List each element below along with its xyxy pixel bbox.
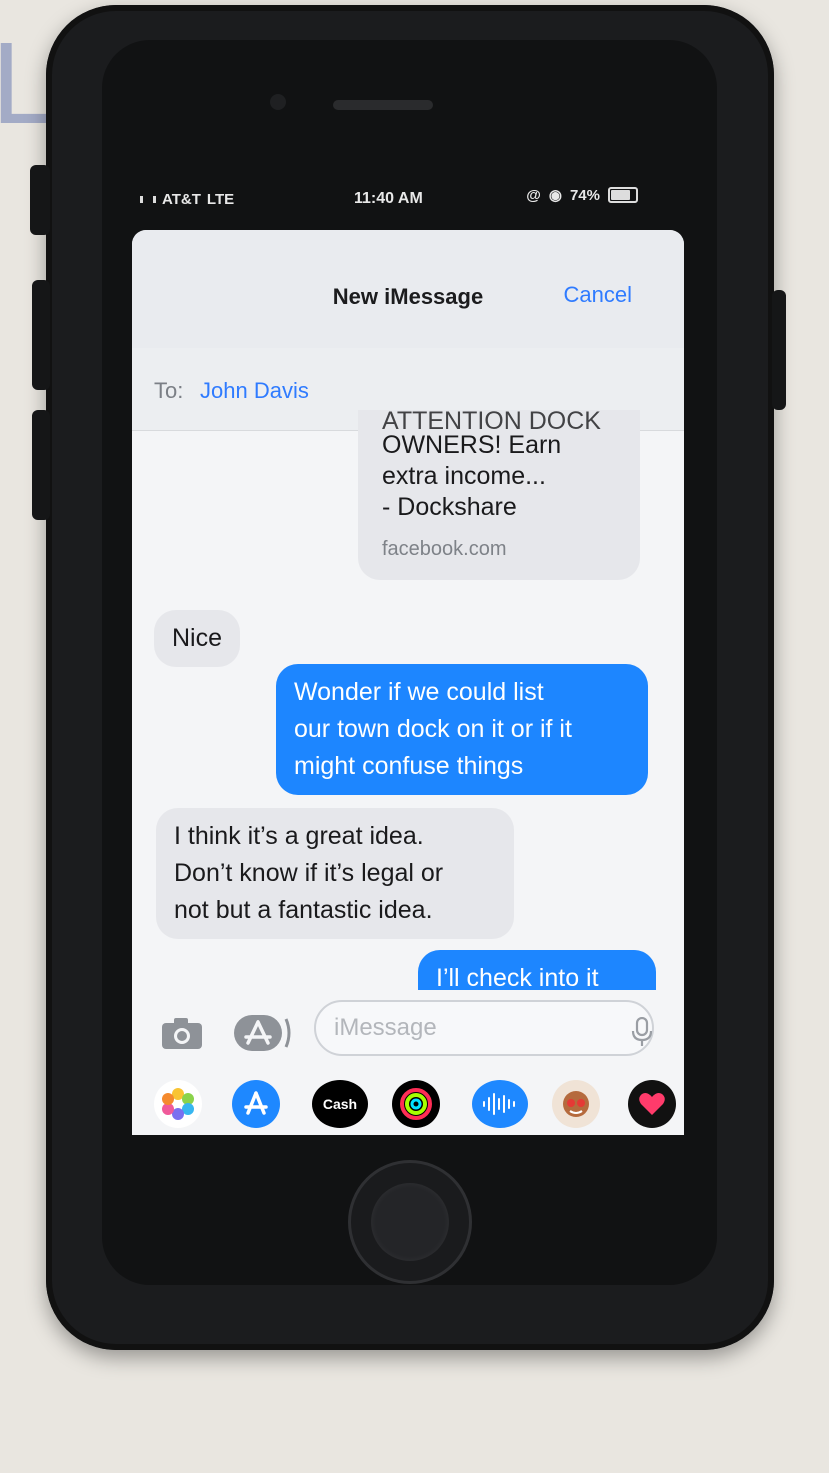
home-button[interactable] [348,1160,472,1284]
battery-icon [608,187,638,203]
digital-touch-app-button[interactable] [628,1080,676,1128]
app-drawer-button[interactable] [234,1015,291,1051]
background-letter: L [0,21,52,149]
apple-cash-app-button[interactable]: Cash [312,1080,368,1128]
photos-app-button[interactable] [154,1080,202,1128]
message-line: I think it’s a great idea. [174,822,424,850]
message-line: might confuse things [294,752,524,780]
heart-icon [639,1093,665,1115]
recipient-name[interactable]: John Davis [200,378,309,404]
camera-button[interactable] [160,1015,204,1051]
message-line: our town dock on it or if it [294,715,572,743]
photos-icon [162,1088,194,1120]
carrier-label: AT&T [162,191,201,208]
earpiece-speaker [333,100,433,110]
front-camera [270,94,286,110]
app-store-app-button[interactable] [232,1080,280,1128]
cancel-button[interactable]: Cancel [564,282,632,308]
link-preview-domain: facebook.com [382,538,507,560]
volume-up-button[interactable] [32,280,50,390]
app-store-icon [234,1015,291,1051]
message-bubble-incoming[interactable]: I think it’s a great idea. Don’t know if… [156,808,514,939]
audio-message-app-button[interactable] [472,1080,528,1128]
home-button-center [371,1183,449,1261]
memoji-app-button[interactable] [552,1080,600,1128]
imessage-app-strip: Cash [132,1080,684,1135]
to-label: To: [154,378,184,403]
app-store-icon [244,1091,268,1115]
network-label: LTE [206,191,235,208]
message-line: Don’t know if it’s legal or [174,859,444,887]
link-title-line: extra income... [382,462,546,490]
orientation-lock-icon: @ [526,186,541,204]
clock: 11:40 AM [354,190,423,207]
alarm-icon: ◉ [548,187,562,204]
status-bar: AT&T LTE 11:40 AM @ ◉ 74% [132,180,652,216]
message-thread[interactable]: ATTENTION DOCK OWNERS! Earn extra income… [132,407,684,1010]
message-text: Nice [172,624,223,652]
link-title-line: OWNERS! Earn [382,431,562,459]
activity-app-button[interactable] [392,1080,440,1128]
link-title-line: ATTENTION DOCK [382,407,601,430]
imessage-screen: New iMessage Cancel To: John Davis ATTEN… [132,230,684,1135]
link-preview-bubble[interactable]: ATTENTION DOCK OWNERS! Earn extra income… [358,407,640,580]
signal-icon [140,196,156,203]
memoji-icon [563,1091,589,1117]
volume-down-button[interactable] [32,410,50,520]
microphone-icon[interactable] [630,1017,654,1047]
link-preview-title: ATTENTION DOCK OWNERS! Earn extra income… [382,407,632,523]
waveform-icon [483,1093,515,1115]
message-bubble-outgoing[interactable]: Wonder if we could list our town dock on… [276,664,648,795]
message-line: not but a fantastic idea. [174,896,433,924]
imessage-input[interactable] [314,1000,654,1056]
power-button[interactable] [772,290,786,410]
camera-icon [162,1018,202,1049]
message-bubble-incoming[interactable]: Nice [154,610,241,667]
activity-rings-icon [400,1088,432,1120]
battery-percentage: 74% [569,186,600,204]
message-line: Wonder if we could list [294,678,544,706]
message-text: I’ll check into it [436,964,599,992]
compose-sheet-header: New iMessage Cancel [132,230,684,349]
message-composer [132,990,684,1080]
apple-cash-label: Cash [322,1096,358,1112]
link-title-line: - Dockshare [382,493,517,521]
side-switch[interactable] [30,165,50,235]
